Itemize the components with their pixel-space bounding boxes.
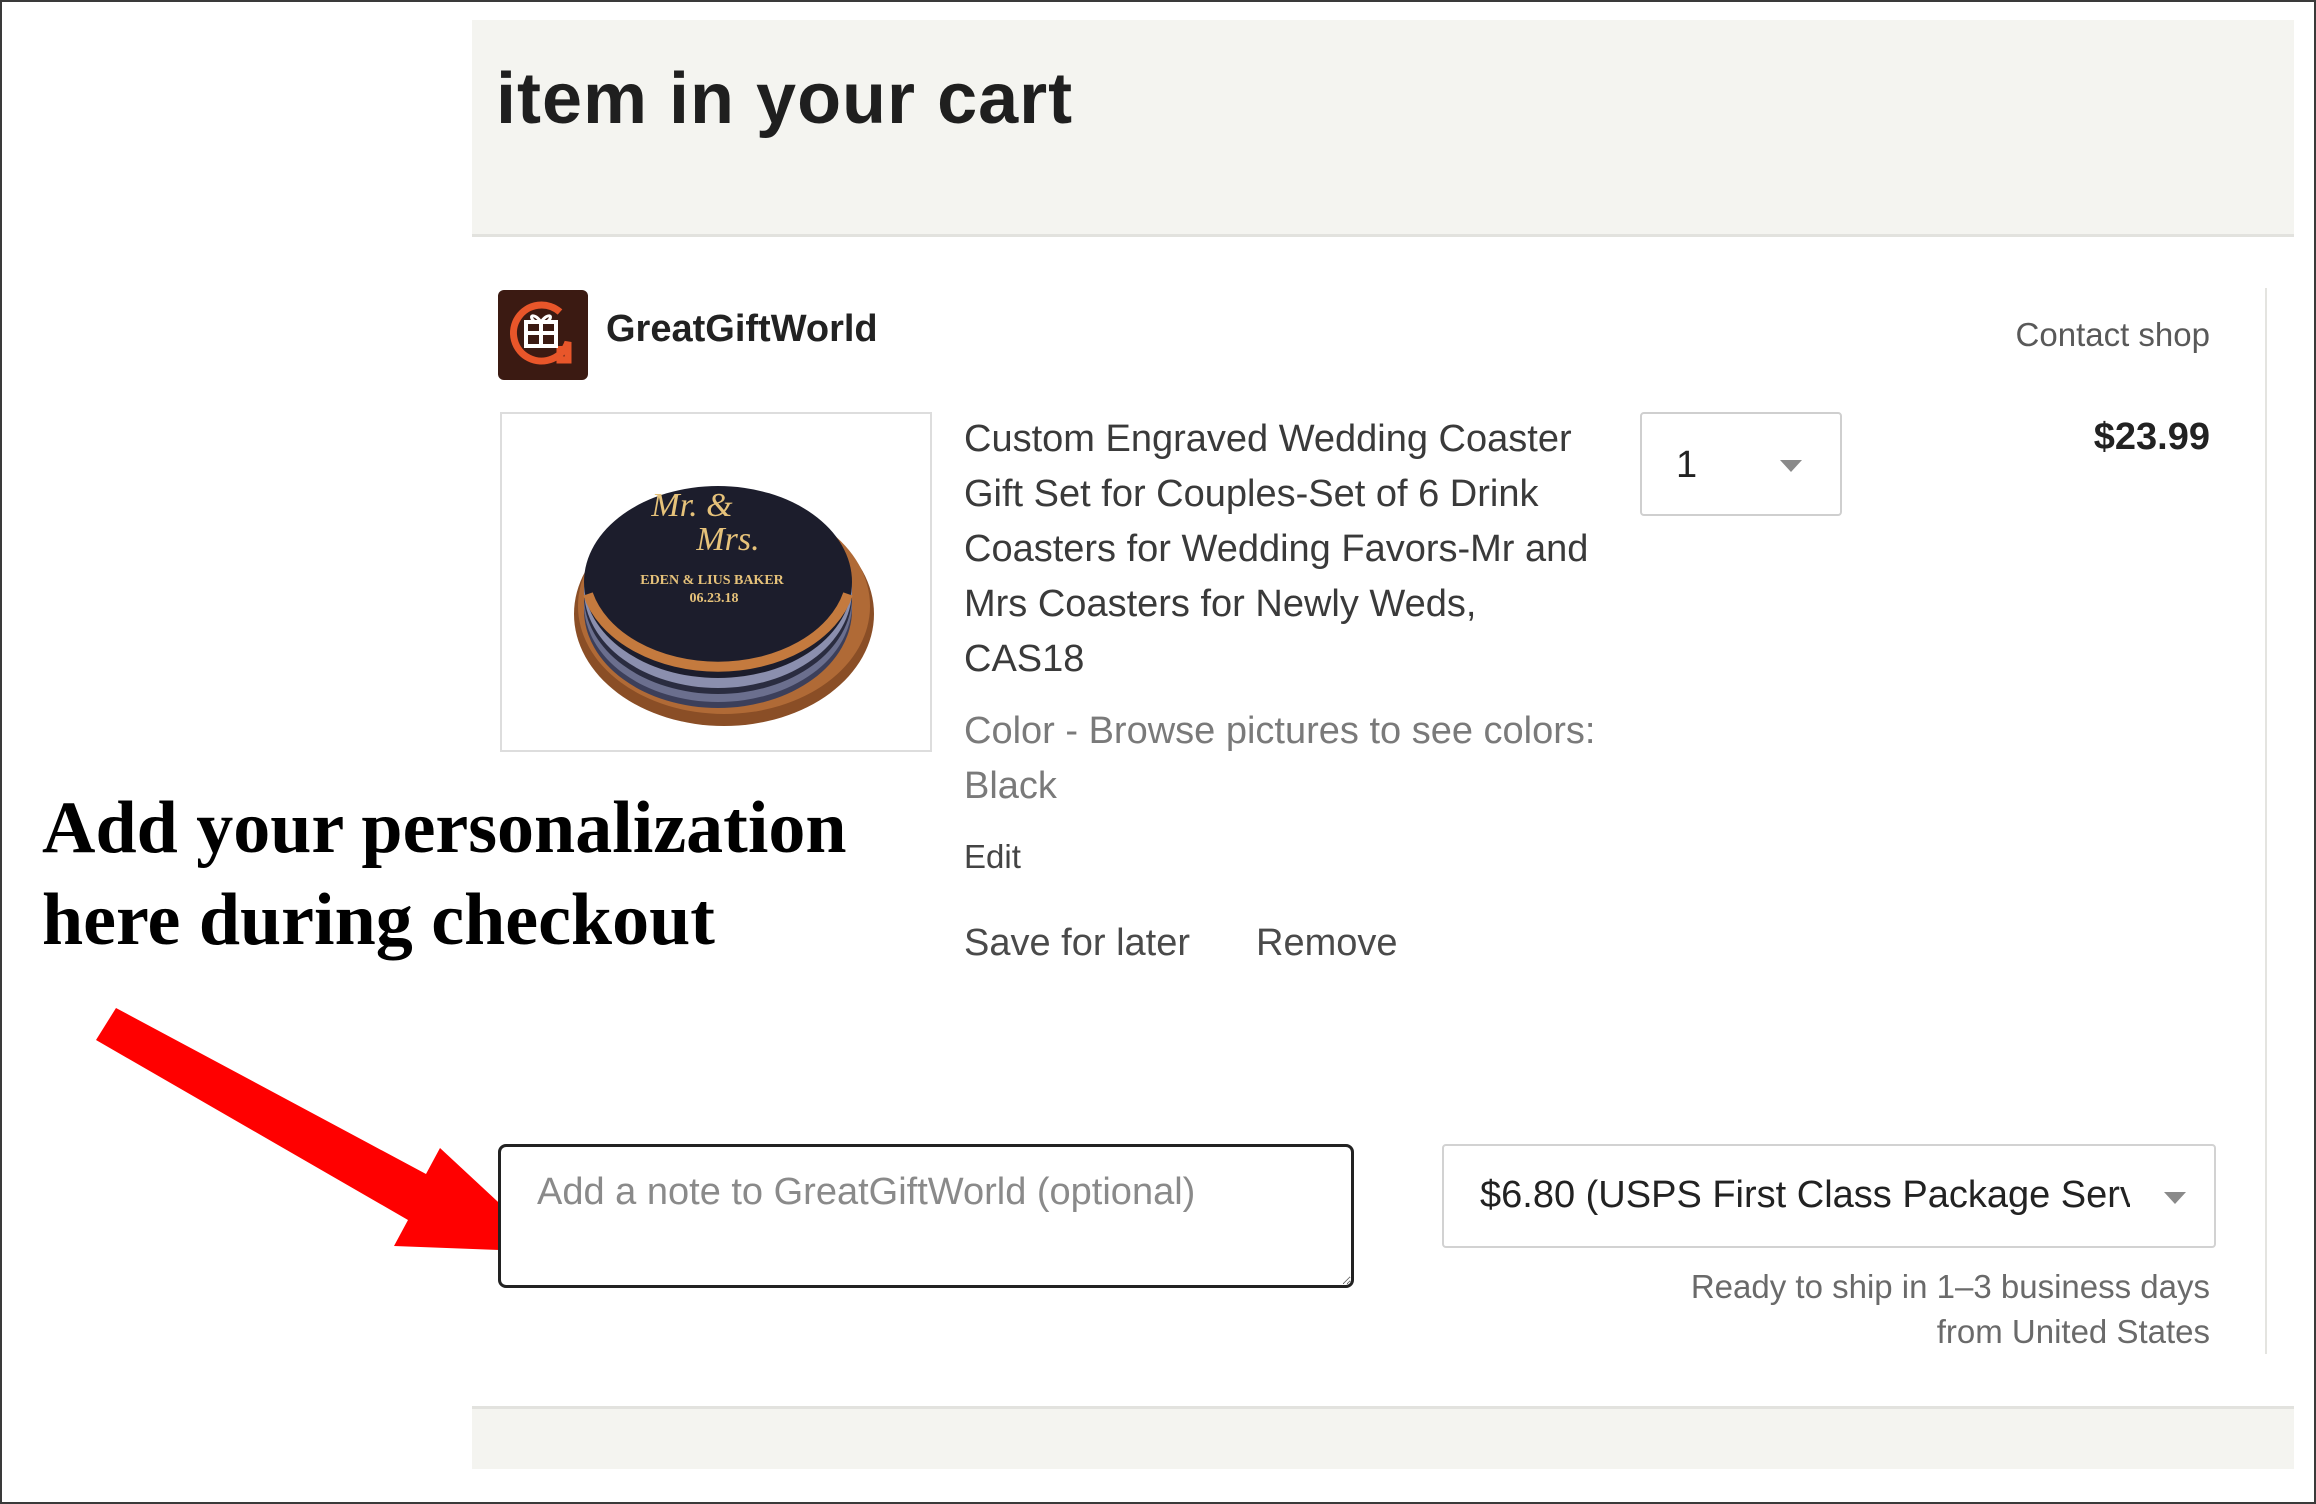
product-image[interactable]: Mr. & Mrs. EDEN & LIUS BAKER 06.23.18 [500, 412, 932, 752]
shop-name[interactable]: GreatGiftWorld [606, 308, 878, 351]
annotation-line-2: here during checkout [42, 879, 715, 961]
engraving-line-1: Mr. & [650, 487, 733, 524]
ships-from-text: from United States [1936, 1313, 2210, 1350]
shipping-method-select[interactable]: $6.80 (USPS First Class Package Service) [1442, 1144, 2216, 1248]
product-title-link[interactable]: Custom Engraved Wedding Coaster Gift Set… [964, 412, 1604, 687]
cart-footer-band [472, 1406, 2294, 1469]
annotation-line-1: Add your personalization [42, 787, 847, 869]
gift-logo-icon [509, 301, 572, 365]
remove-item-button[interactable]: Remove [1256, 922, 1398, 965]
note-to-seller-input[interactable] [498, 1144, 1354, 1288]
chevron-down-icon [1780, 460, 1802, 472]
section-divider [2265, 288, 2267, 1354]
contact-shop-link[interactable]: Contact shop [2016, 316, 2210, 354]
product-variation: Color - Browse pictures to see colors: B… [964, 710, 1596, 807]
edit-variation-link[interactable]: Edit [964, 838, 1021, 876]
cart-header: item in your cart [472, 20, 2294, 237]
shipping-info: Ready to ship in 1–3 business days from … [1691, 1264, 2210, 1354]
screenshot-frame: item in your cart GreatGiftWorld Contact… [0, 0, 2316, 1504]
shipping-method-value: $6.80 (USPS First Class Package Service) [1480, 1174, 2130, 1216]
quantity-value: 1 [1676, 444, 1698, 486]
shop-logo[interactable] [498, 290, 588, 380]
ready-to-ship-text: Ready to ship in 1–3 business days [1690, 1268, 2210, 1305]
page-title: item in your cart [496, 59, 1074, 139]
item-price: $23.99 [2093, 416, 2210, 458]
engraving-line-3: EDEN & LIUS BAKER [640, 573, 784, 588]
chevron-down-icon [2164, 1192, 2186, 1204]
personalization-annotation: Add your personalization here during che… [42, 782, 862, 966]
coaster-set-image: Mr. & Mrs. EDEN & LIUS BAKER 06.23.18 [574, 486, 874, 726]
engraving-line-4: 06.23.18 [690, 591, 739, 606]
engraving-line-2: Mrs. [695, 521, 759, 558]
save-for-later-button[interactable]: Save for later [964, 922, 1190, 965]
quantity-select[interactable]: 1 [1640, 412, 1842, 516]
